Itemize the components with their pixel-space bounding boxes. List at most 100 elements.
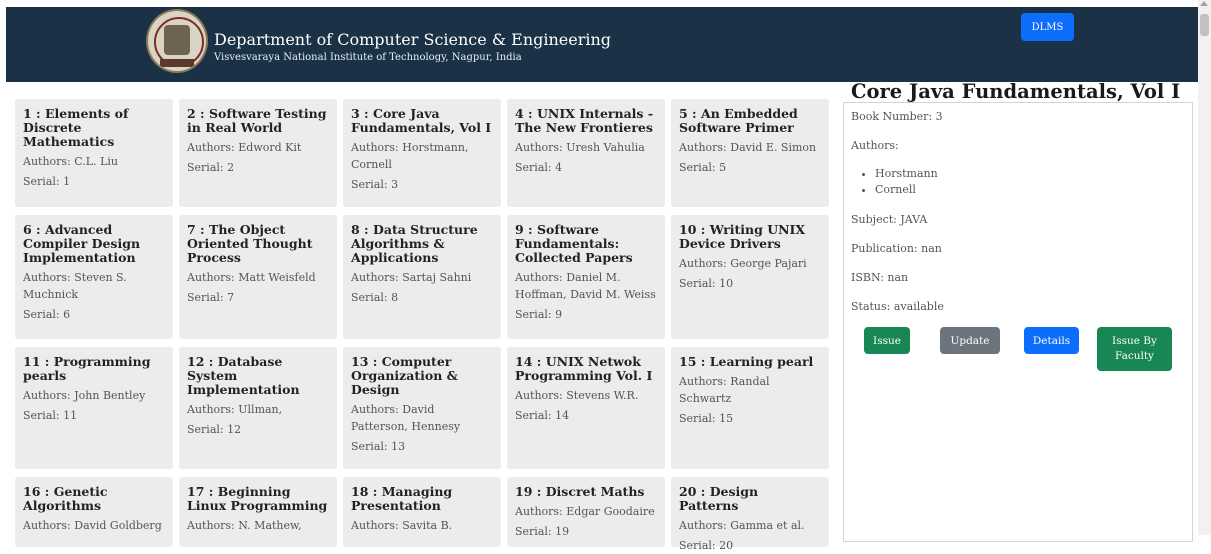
book-detail-panel: Book Number: 3 Authors: Horstmann Cornel… [843,102,1193,542]
book-title: 11 : Programming pearls [23,354,151,383]
book-title: 14 : UNIX Netwok Programming Vol. I [515,354,653,383]
book-authors: Authors: Randal Schwartz [679,375,770,405]
book-title: 8 : Data Structure Algorithms & Applicat… [351,222,478,265]
book-title: 10 : Writing UNIX Device Drivers [679,222,806,251]
update-button[interactable]: Update [940,327,1000,354]
book-card[interactable]: 18 : Managing Presentation Authors: Savi… [343,477,501,547]
book-authors: Authors: Sartaj Sahni [351,271,472,284]
book-authors: Authors: David Goldberg [23,519,162,532]
detail-author-item: Horstmann [875,166,938,182]
book-title: 17 : Beginning Linux Programming [187,484,328,513]
book-title: 3 : Core Java Fundamentals, Vol I [351,106,492,135]
book-serial: Serial: 3 [351,178,399,191]
book-card[interactable]: 19 : Discret Maths Authors: Edgar Goodai… [507,477,665,547]
book-card[interactable]: 11 : Programming pearls Authors: John Be… [15,347,173,469]
book-serial: Serial: 1 [23,175,71,188]
book-title: 1 : Elements of Discrete Mathematics [23,106,129,149]
details-button[interactable]: Details [1024,327,1079,354]
book-serial: Serial: 5 [679,161,727,174]
book-card[interactable]: 17 : Beginning Linux Programming Authors… [179,477,337,547]
book-authors: Authors: Steven S. Muchnick [23,271,127,301]
book-card[interactable]: 13 : Computer Organization & Design Auth… [343,347,501,469]
book-serial: Serial: 15 [679,412,734,425]
book-title: 7 : The Object Oriented Thought Process [187,222,313,265]
book-authors: Authors: George Pajari [679,257,807,270]
book-title: 4 : UNIX Internals - The New Frontieres [515,106,654,135]
book-title: 2 : Software Testing in Real World [187,106,327,135]
book-card[interactable]: 7 : The Object Oriented Thought Process … [179,215,337,339]
detail-isbn: ISBN: nan [851,271,909,284]
book-title: 19 : Discret Maths [515,484,645,499]
book-serial: Serial: 20 [679,539,734,552]
book-title: 16 : Genetic Algorithms [23,484,108,513]
book-card[interactable]: 14 : UNIX Netwok Programming Vol. I Auth… [507,347,665,469]
book-card[interactable]: 15 : Learning pearl Authors: Randal Schw… [671,347,829,469]
book-authors: Authors: Matt Weisfeld [187,271,316,284]
book-authors: Authors: Gamma et al. [679,519,805,532]
detail-subject: Subject: JAVA [851,213,928,226]
book-serial: Serial: 13 [351,440,406,453]
book-serial: Serial: 19 [515,525,570,538]
book-authors: Authors: C.L. Liu [23,155,118,168]
book-card[interactable]: 1 : Elements of Discrete Mathematics Aut… [15,99,173,207]
book-serial: Serial: 7 [187,291,235,304]
site-header: Department of Computer Science & Enginee… [6,7,1198,82]
book-title: 13 : Computer Organization & Design [351,354,458,397]
page-scrollbar[interactable] [1198,0,1211,535]
book-serial: Serial: 6 [23,308,71,321]
book-title: 12 : Database System Implementation [187,354,300,397]
book-title: 18 : Managing Presentation [351,484,453,513]
book-title: 6 : Advanced Compiler Design Implementat… [23,222,141,265]
scroll-thumb[interactable] [1200,14,1209,36]
book-title: 20 : Design Patterns [679,484,759,513]
book-authors: Authors: Ullman, [187,403,283,416]
book-card[interactable]: 8 : Data Structure Algorithms & Applicat… [343,215,501,339]
dlms-button[interactable]: DLMS [1021,13,1074,41]
department-title: Department of Computer Science & Enginee… [214,30,612,49]
detail-title: Core Java Fundamentals, Vol I [851,80,1181,103]
book-card[interactable]: 5 : An Embedded Software Primer Authors:… [671,99,829,207]
book-serial: Serial: 2 [187,161,235,174]
book-authors: Authors: Daniel M. Hoffman, David M. Wei… [515,271,656,301]
book-authors: Authors: David E. Simon [679,141,817,154]
book-serial: Serial: 14 [515,409,570,422]
institute-subtitle: Visvesvaraya National Institute of Techn… [214,52,522,63]
book-card[interactable]: 20 : Design Patterns Authors: Gamma et a… [671,477,829,552]
detail-author-item: Cornell [875,182,938,198]
book-serial: Serial: 11 [23,409,78,422]
book-serial: Serial: 12 [187,423,242,436]
book-card[interactable]: 12 : Database System Implementation Auth… [179,347,337,469]
book-authors: Authors: Edword Kit [187,141,302,154]
top-strip [0,0,1211,7]
book-authors: Authors: Edgar Goodaire [515,505,655,518]
book-authors: Authors: Savita B. [351,519,453,532]
detail-authors-label: Authors: [851,139,899,152]
book-serial: Serial: 8 [351,291,399,304]
book-authors: Authors: N. Mathew, [187,519,302,532]
book-serial: Serial: 9 [515,308,563,321]
book-authors: Authors: Horstmann, Cornell [351,141,469,171]
book-card[interactable]: 10 : Writing UNIX Device Drivers Authors… [671,215,829,339]
book-authors: Authors: David Patterson, Hennesy [351,403,461,433]
book-card[interactable]: 6 : Advanced Compiler Design Implementat… [15,215,173,339]
book-card[interactable]: 2 : Software Testing in Real World Autho… [179,99,337,207]
book-serial: Serial: 4 [515,161,563,174]
book-card[interactable]: 16 : Genetic Algorithms Authors: David G… [15,477,173,547]
book-serial: Serial: 10 [679,277,734,290]
issue-by-faculty-button[interactable]: Issue By Faculty [1097,327,1172,371]
scroll-up-icon[interactable] [1200,1,1208,6]
book-authors: Authors: Stevens W.R. [515,389,639,402]
detail-publication: Publication: nan [851,242,942,255]
book-card[interactable]: 4 : UNIX Internals - The New Frontieres … [507,99,665,207]
institute-logo [146,9,208,73]
issue-button[interactable]: Issue [864,327,910,354]
book-title: 9 : Software Fundamentals: Collected Pap… [515,222,633,265]
detail-authors-list: Horstmann Cornell [862,166,938,198]
detail-book-number: Book Number: 3 [851,110,943,123]
book-authors: Authors: John Bentley [23,389,146,402]
book-authors: Authors: Uresh Vahulia [515,141,645,154]
book-title: 15 : Learning pearl [679,354,814,369]
book-title: 5 : An Embedded Software Primer [679,106,798,135]
book-card[interactable]: 3 : Core Java Fundamentals, Vol I Author… [343,99,501,207]
book-card[interactable]: 9 : Software Fundamentals: Collected Pap… [507,215,665,339]
